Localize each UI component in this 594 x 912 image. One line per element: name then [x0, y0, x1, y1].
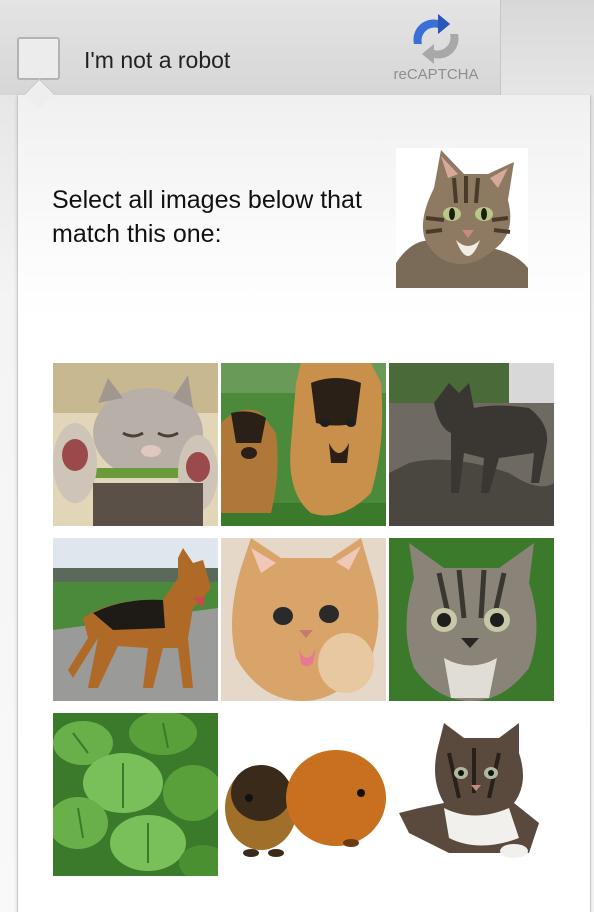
image-tile-2[interactable] [221, 363, 386, 526]
image-tile-3[interactable] [389, 363, 554, 526]
image-tile-4[interactable] [53, 538, 218, 701]
image-tile-6[interactable] [389, 538, 554, 701]
reference-cat-image [396, 148, 528, 288]
recaptcha-logo: reCAPTCHA [386, 12, 486, 83]
image-tile-5[interactable] [221, 538, 386, 701]
recaptcha-logo-text: reCAPTCHA [393, 66, 479, 83]
recaptcha-screen: I'm not a robot reCAPTCHA Select all ima… [0, 0, 594, 912]
not-robot-checkbox[interactable] [17, 37, 60, 80]
recaptcha-widget: I'm not a robot reCAPTCHA [0, 0, 501, 95]
image-tile-1[interactable] [53, 363, 218, 526]
image-tile-7[interactable] [53, 713, 218, 876]
challenge-instruction: Select all images below that match this … [52, 186, 362, 248]
checkbox-label: I'm not a robot [84, 47, 231, 73]
recaptcha-arrows-icon [413, 14, 459, 64]
image-tile-9[interactable] [389, 713, 554, 876]
image-tile-8[interactable] [221, 713, 386, 876]
